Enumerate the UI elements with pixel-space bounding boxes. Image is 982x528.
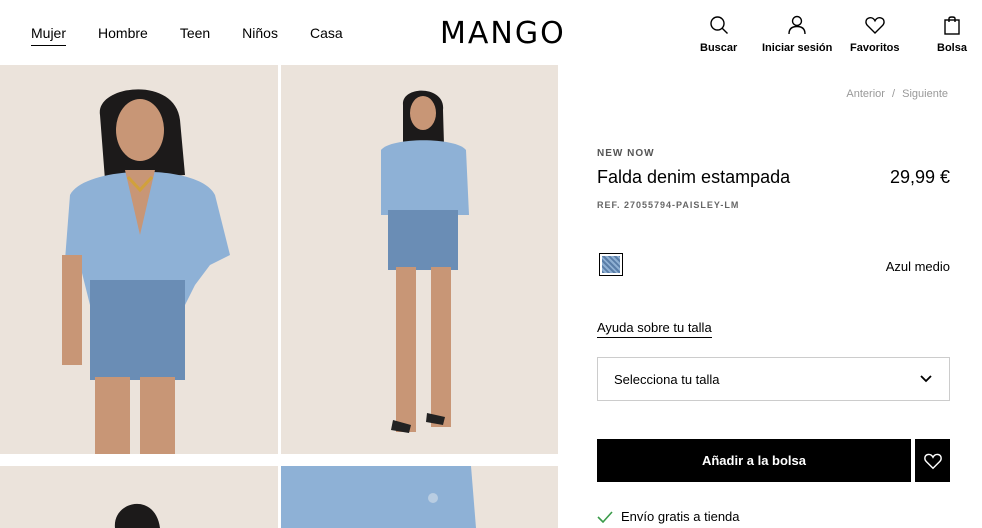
nav-item-mujer[interactable]: Mujer bbox=[31, 25, 67, 46]
color-swatch[interactable] bbox=[599, 253, 623, 276]
shipping-text: Envío gratis a tienda bbox=[621, 509, 740, 524]
pager-separator: / bbox=[892, 88, 896, 100]
color-name: Azul medio bbox=[885, 259, 950, 274]
previous-link[interactable]: Anterior bbox=[846, 88, 885, 100]
size-select[interactable]: Selecciona tu talla bbox=[597, 357, 950, 401]
product-image-4[interactable] bbox=[281, 466, 558, 528]
login-button[interactable]: Iniciar sesión bbox=[762, 14, 832, 54]
product-image-2[interactable] bbox=[281, 65, 558, 454]
new-now-badge: NEW NOW bbox=[597, 148, 655, 159]
bag-label: Bolsa bbox=[937, 42, 967, 54]
bag-button[interactable]: Bolsa bbox=[937, 14, 967, 54]
shipping-info: Envío gratis a tienda bbox=[597, 509, 740, 524]
nav-item-teen[interactable]: Teen bbox=[180, 25, 210, 46]
favorites-button[interactable]: Favoritos bbox=[850, 14, 900, 54]
product-reference: REF. 27055794-PAISLEY-LM bbox=[597, 200, 740, 210]
search-label: Buscar bbox=[700, 42, 738, 54]
check-icon bbox=[597, 510, 613, 523]
user-icon bbox=[788, 15, 806, 35]
next-link[interactable]: Siguiente bbox=[902, 88, 948, 100]
size-help-link[interactable]: Ayuda sobre tu talla bbox=[597, 320, 712, 338]
heart-icon bbox=[923, 453, 942, 469]
heart-icon bbox=[865, 17, 885, 34]
site-header: Mujer Hombre Teen Niños Casa MANGO Busca… bbox=[0, 0, 982, 65]
product-name: Falda denim estampada bbox=[597, 167, 791, 187]
size-select-label: Selecciona tu talla bbox=[614, 371, 720, 387]
add-to-bag-button[interactable]: Añadir a la bolsa bbox=[597, 439, 911, 482]
nav-item-casa[interactable]: Casa bbox=[310, 25, 343, 46]
nav-item-hombre[interactable]: Hombre bbox=[98, 25, 148, 46]
product-image-3[interactable] bbox=[0, 466, 278, 528]
product-price: 29,99 € bbox=[889, 167, 950, 187]
product-pager: Anterior / Siguiente bbox=[844, 88, 950, 100]
mango-logo[interactable]: MANGO bbox=[440, 16, 566, 51]
search-icon bbox=[709, 16, 728, 34]
product-image-1[interactable] bbox=[0, 65, 278, 454]
add-to-favorites-button[interactable] bbox=[915, 439, 950, 482]
search-button[interactable]: Buscar bbox=[700, 14, 737, 54]
swatch-fill bbox=[602, 256, 620, 273]
login-label: Iniciar sesión bbox=[762, 42, 833, 54]
favorites-label: Favoritos bbox=[850, 42, 900, 54]
main-nav: Mujer Hombre Teen Niños Casa bbox=[31, 25, 375, 46]
nav-item-ninos[interactable]: Niños bbox=[242, 25, 278, 46]
bag-icon bbox=[944, 16, 960, 35]
chevron-down-icon bbox=[920, 375, 932, 383]
